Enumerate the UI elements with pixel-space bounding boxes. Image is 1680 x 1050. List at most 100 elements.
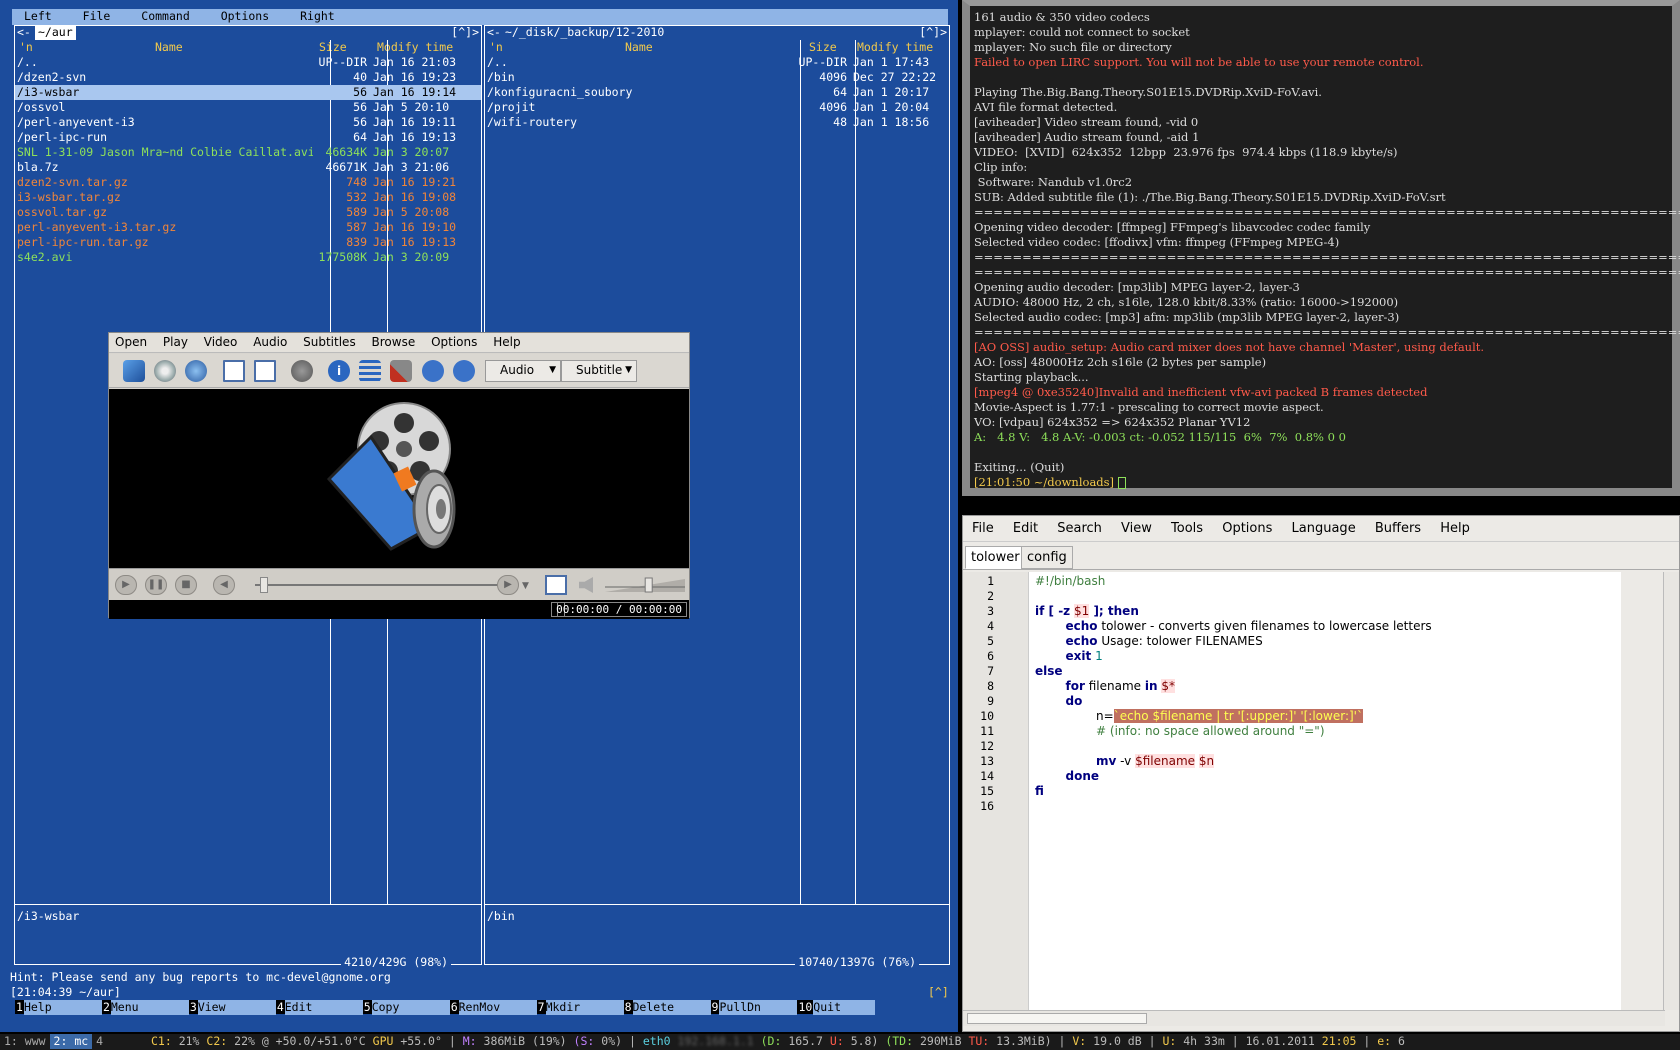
file-name: ossvol.tar.gz (17, 205, 108, 219)
smp-menu-audio[interactable]: Audio (247, 333, 293, 352)
file-row[interactable]: s4e2.avi 177508K Jan 3 20:09 (15, 250, 481, 265)
file-row[interactable]: /projit 4096 Jan 1 20:04 (485, 100, 949, 115)
fkey-renmov[interactable]: 6RenMov (449, 1000, 537, 1015)
previous-icon[interactable] (422, 360, 444, 382)
file-row[interactable]: /ossvol 56 Jan 5 20:10 (15, 100, 481, 115)
file-row[interactable]: /perl-anyevent-i3 56 Jan 16 19:11 (15, 115, 481, 130)
fkey-menu[interactable]: 2Menu (101, 1000, 189, 1015)
smp-menu-play[interactable]: Play (157, 333, 194, 352)
workspace-4[interactable]: 4 (92, 1034, 107, 1049)
smp-menu-options[interactable]: Options (425, 333, 483, 352)
ed-menu-view[interactable]: View (1112, 516, 1158, 536)
mc-menu-right[interactable]: Right (288, 9, 347, 24)
file-row[interactable]: /i3-wsbar 56 Jan 16 19:14 (15, 85, 481, 100)
terminal-window[interactable]: 161 audio & 350 video codecs mplayer: cou… (962, 0, 1680, 496)
file-row[interactable]: /wifi-routery 48 Jan 1 18:56 (485, 115, 949, 130)
file-row[interactable]: ossvol.tar.gz 589 Jan 5 20:08 (15, 205, 481, 220)
forward-icon[interactable]: ▶ (497, 575, 519, 595)
rewind-icon[interactable]: ◀ (213, 575, 235, 595)
playlist-icon[interactable] (359, 360, 381, 382)
open-file-icon[interactable] (123, 360, 145, 382)
left-col-mtime[interactable]: Modify time (377, 40, 453, 55)
smp-menu-open[interactable]: Open (109, 333, 153, 352)
ed-menu-search[interactable]: Search (1048, 516, 1108, 536)
right-col-mtime[interactable]: Modify time (857, 40, 933, 55)
smp-menu-video[interactable]: Video (198, 333, 244, 352)
file-row[interactable]: /konfiguracni_soubory 64 Jan 1 20:17 (485, 85, 949, 100)
tab-config[interactable]: config (1021, 546, 1073, 569)
seek-bar[interactable] (255, 584, 500, 586)
left-col-name[interactable]: Name (155, 40, 183, 55)
info-icon[interactable]: i (328, 360, 350, 382)
ed-menu-help[interactable]: Help (1431, 516, 1476, 536)
stop-icon[interactable]: ■ (175, 575, 197, 595)
ed-menu-file[interactable]: File (963, 516, 1000, 536)
file-row[interactable]: i3-wsbar.tar.gz 532 Jan 16 19:08 (15, 190, 481, 205)
right-col-size[interactable]: Size (809, 40, 837, 55)
ed-menu-tools[interactable]: Tools (1162, 516, 1209, 536)
right-col-n[interactable]: 'n (489, 40, 503, 55)
preferences-icon[interactable] (390, 360, 412, 382)
right-col-name[interactable]: Name (625, 40, 653, 55)
fkey-help[interactable]: 1Help (15, 1000, 102, 1015)
open-dvd-icon[interactable] (154, 360, 176, 382)
file-row[interactable]: bla.7z 46671K Jan 3 21:06 (15, 160, 481, 175)
mc-menu-options[interactable]: Options (209, 9, 281, 24)
compact-mode-icon[interactable] (223, 360, 245, 382)
left-col-size[interactable]: Size (319, 40, 347, 55)
fkey-view[interactable]: 3View (188, 1000, 276, 1015)
file-row[interactable]: perl-ipc-run.tar.gz 839 Jan 16 19:13 (15, 235, 481, 250)
fkey-quit[interactable]: 10Quit (797, 1000, 876, 1015)
video-area[interactable] (109, 389, 689, 568)
seek-handle[interactable] (259, 577, 268, 593)
mc-command-line[interactable]: [21:04:39 ~/aur] (10, 985, 121, 1000)
ed-menu-edit[interactable]: Edit (1004, 516, 1044, 536)
terminal-prompt-line[interactable]: [21:01:50 ~/downloads] (974, 475, 1680, 490)
mute-icon[interactable] (579, 577, 593, 593)
audio-dropdown[interactable]: Audio ▼ (485, 360, 561, 382)
pause-icon[interactable]: ❚❚ (145, 575, 167, 595)
play-icon[interactable]: ▶ (115, 575, 137, 595)
file-row[interactable]: /bin 4096 Dec 27 22:22 (485, 70, 949, 85)
fkey-edit[interactable]: 4Edit (275, 1000, 363, 1015)
next-icon[interactable] (453, 360, 475, 382)
fkey-delete[interactable]: 8Delete (623, 1000, 711, 1015)
file-row[interactable]: perl-anyevent-i3.tar.gz 587 Jan 16 19:10 (15, 220, 481, 235)
mc-menu-command[interactable]: Command (129, 9, 201, 24)
horizontal-scrollbar[interactable] (963, 1010, 1665, 1026)
mc-menu-file[interactable]: File (71, 9, 123, 24)
fkey-pulldn[interactable]: 9PullDn (710, 1000, 798, 1015)
left-panel-corner[interactable]: [^]> (451, 25, 479, 40)
file-row[interactable]: dzen2-svn.tar.gz 748 Jan 16 19:21 (15, 175, 481, 190)
right-panel-corner[interactable]: [^]> (919, 25, 947, 40)
subtitle-dropdown[interactable]: Subtitle ▼ (561, 360, 637, 382)
fullscreen-icon[interactable] (254, 360, 276, 382)
file-row[interactable]: SNL 1-31-09 Jason Mra~nd Colbie Caillat.… (15, 145, 481, 160)
ed-menu-options[interactable]: Options (1213, 516, 1278, 536)
screenshot-icon[interactable] (291, 360, 313, 382)
file-row[interactable]: /perl-ipc-run 64 Jan 16 19:13 (15, 130, 481, 145)
ed-menu-language[interactable]: Language (1283, 516, 1362, 536)
ed-menu-buffers[interactable]: Buffers (1366, 516, 1427, 536)
smp-menu-browse[interactable]: Browse (366, 333, 422, 352)
smp-menu-subtitles[interactable]: Subtitles (297, 333, 362, 352)
forward-menu-chevron-icon[interactable]: ▼ (522, 579, 529, 594)
left-col-n[interactable]: 'n (19, 40, 33, 55)
fkey-copy[interactable]: 5Copy (362, 1000, 450, 1015)
open-url-icon[interactable] (185, 360, 207, 382)
tab-tolower[interactable]: tolower (965, 546, 1026, 569)
file-row[interactable]: /.. UP--DIR Jan 1 17:43 (485, 55, 949, 70)
vertical-scrollbar[interactable] (1663, 572, 1679, 1010)
file-row[interactable]: /dzen2-svn 40 Jan 16 19:23 (15, 70, 481, 85)
file-row[interactable]: /.. UP--DIR Jan 16 21:03 (15, 55, 481, 70)
smp-menu-help[interactable]: Help (487, 333, 526, 352)
workspace-2[interactable]: 2: mc (49, 1034, 93, 1049)
fullscreen-toggle-icon[interactable] (545, 575, 567, 595)
horizontal-scroll-thumb[interactable] (967, 1013, 1147, 1024)
mc-command-button[interactable]: [^] (928, 985, 949, 1000)
code-editor[interactable]: #!/bin/bash if [ -z $1 ]; then echo tolo… (1029, 572, 1621, 1010)
volume-slider[interactable] (605, 577, 685, 593)
mc-menu-left[interactable]: Left (12, 9, 64, 24)
fkey-mkdir[interactable]: 7Mkdir (536, 1000, 624, 1015)
workspace-1[interactable]: 1: www (0, 1034, 50, 1049)
